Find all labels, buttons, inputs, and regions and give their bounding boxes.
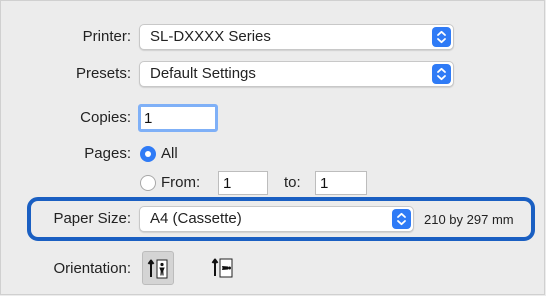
printer-chevron-icon xyxy=(432,27,451,47)
pages-to-input[interactable] xyxy=(316,172,366,194)
portrait-orientation-button[interactable] xyxy=(142,251,174,285)
pages-to-label: to: xyxy=(284,174,301,191)
printer-label: Printer: xyxy=(82,28,131,45)
pages-to-field[interactable] xyxy=(315,171,367,195)
print-dialog: Printer: SL-DXXXX Series Presets: Defaul… xyxy=(0,0,545,295)
pages-all-radio[interactable] xyxy=(140,146,156,162)
copies-input[interactable] xyxy=(141,107,215,129)
printer-value: SL-DXXXX Series xyxy=(150,28,271,45)
presets-label: Presets: xyxy=(75,65,131,82)
presets-select[interactable]: Default Settings xyxy=(139,61,454,87)
paper-size-select[interactable]: A4 (Cassette) xyxy=(139,206,414,232)
paper-size-dimensions: 210 by 297 mm xyxy=(424,212,514,227)
orientation-label: Orientation: xyxy=(53,260,131,277)
pages-label: Pages: xyxy=(84,145,131,162)
copies-field[interactable] xyxy=(138,104,218,132)
printer-select[interactable]: SL-DXXXX Series xyxy=(139,24,454,50)
pages-from-label: From: xyxy=(161,174,201,191)
presets-chevron-icon xyxy=(432,64,451,84)
landscape-icon xyxy=(211,258,233,278)
landscape-orientation-button[interactable] xyxy=(207,251,239,285)
pages-from-input[interactable] xyxy=(219,172,267,194)
pages-all-label: All xyxy=(161,145,178,162)
paper-size-chevron-icon xyxy=(392,209,411,229)
presets-value: Default Settings xyxy=(150,65,256,82)
pages-from-field[interactable] xyxy=(218,171,268,195)
copies-label: Copies: xyxy=(80,109,131,126)
paper-size-value: A4 (Cassette) xyxy=(150,210,242,227)
pages-from-radio[interactable] xyxy=(140,175,156,191)
paper-size-label: Paper Size: xyxy=(53,210,131,227)
portrait-icon xyxy=(147,259,168,279)
